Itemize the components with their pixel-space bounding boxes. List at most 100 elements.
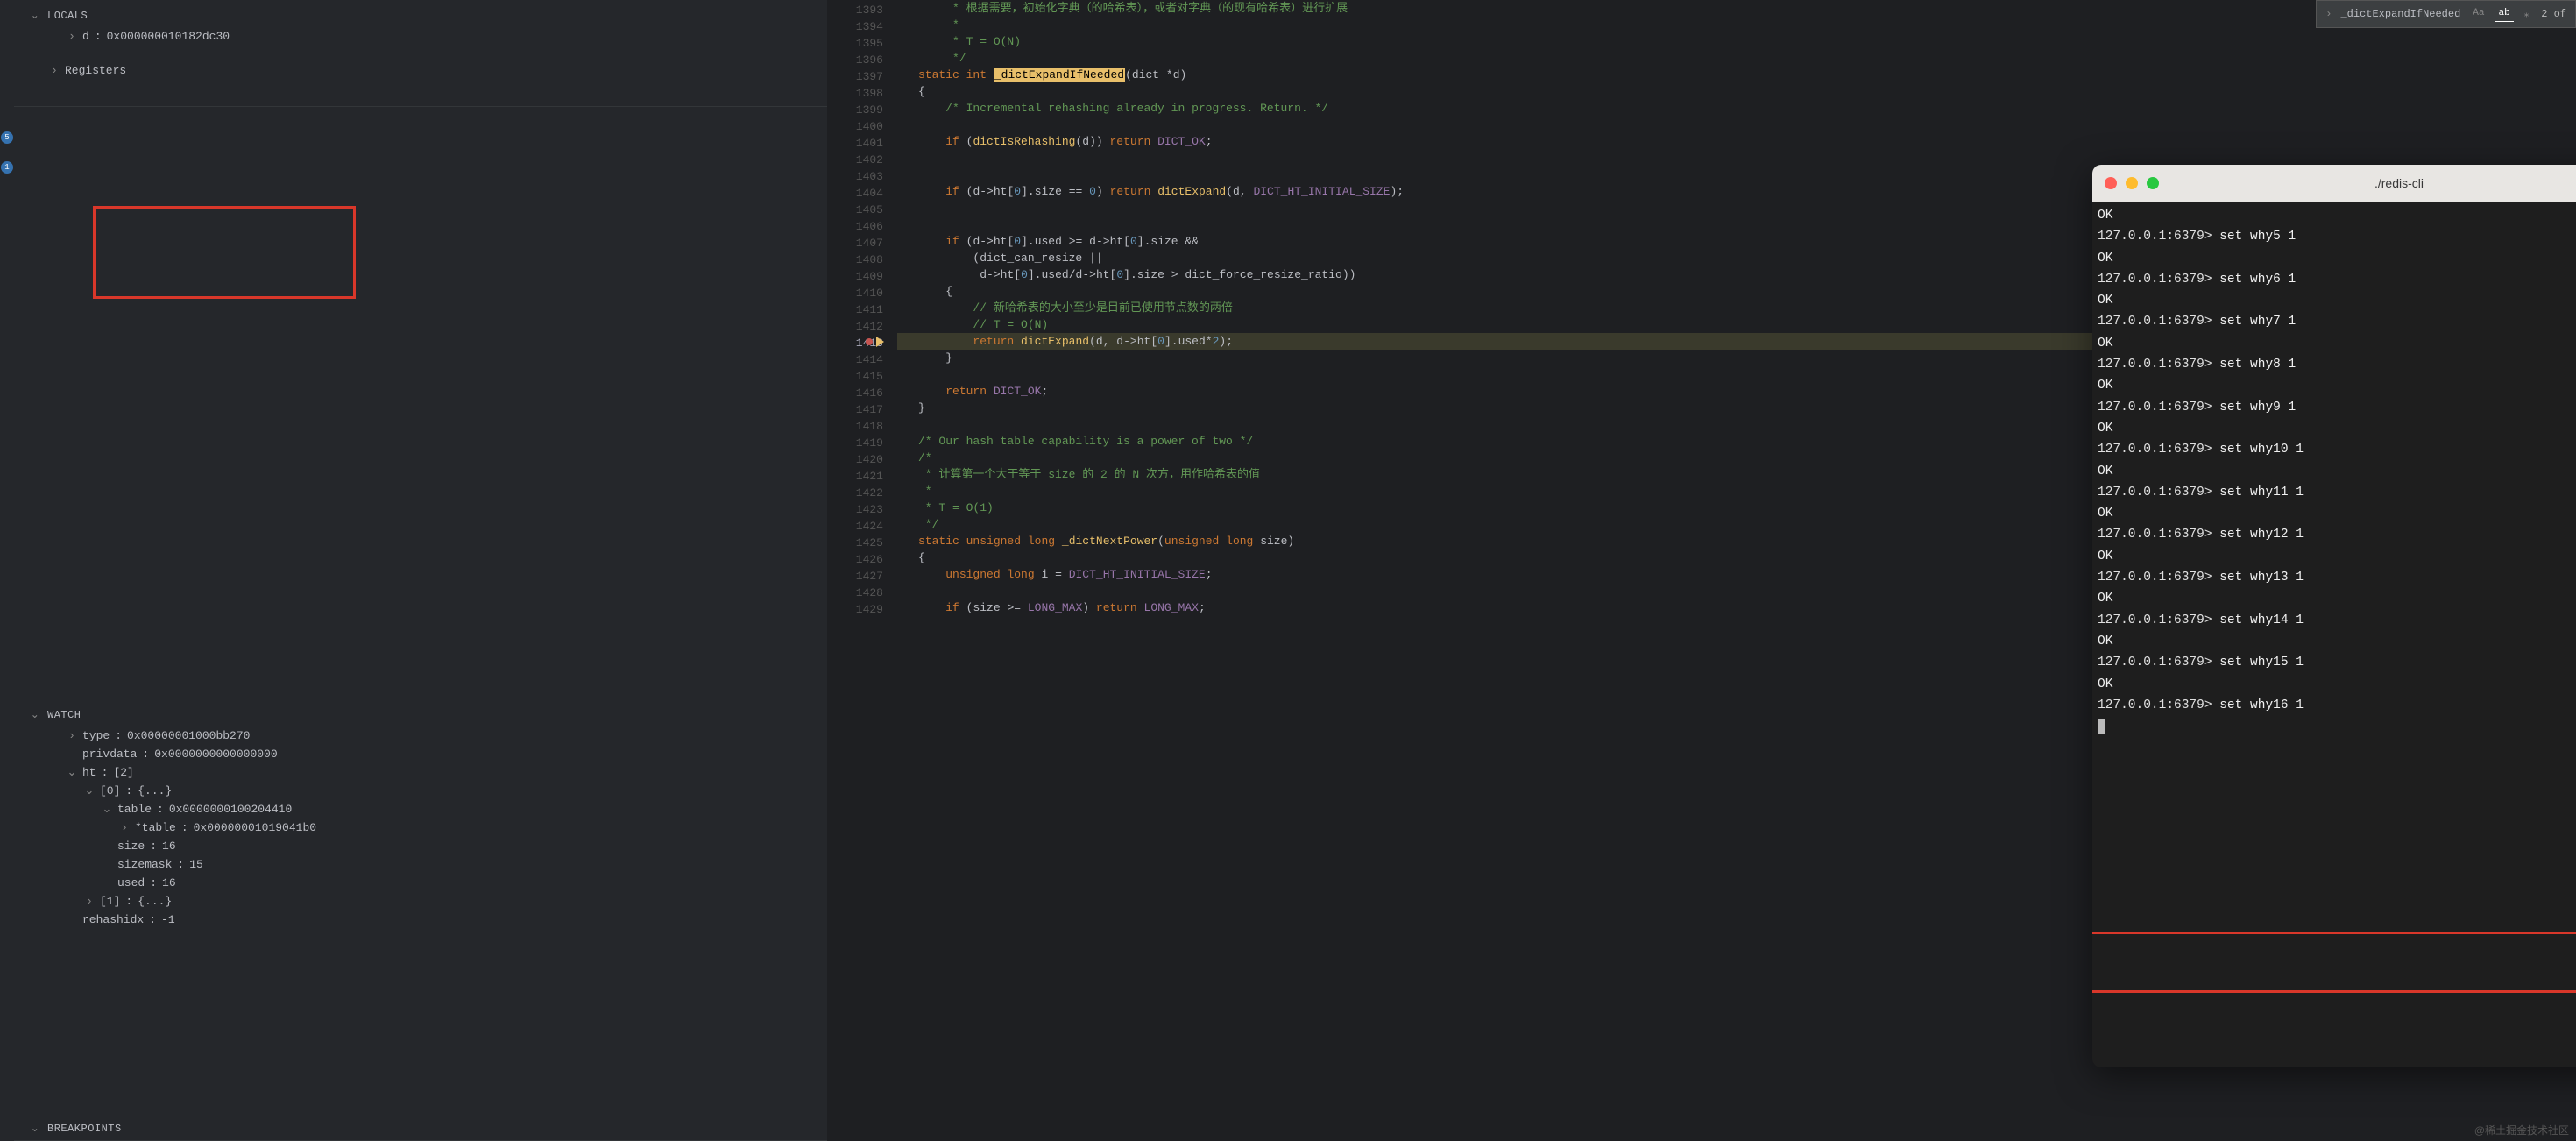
line-number[interactable]: 1403 <box>827 167 897 183</box>
terminal-response: OK <box>2098 205 2576 226</box>
line-number[interactable]: 1410 <box>827 283 897 300</box>
terminal-response: OK <box>2098 546 2576 567</box>
line-number[interactable]: 1401 <box>827 133 897 150</box>
chevron-icon: › <box>119 821 130 834</box>
breakpoint-icon[interactable] <box>866 338 873 345</box>
line-number[interactable]: 1429 <box>827 599 897 616</box>
watch-row[interactable]: used: 16 <box>49 874 827 892</box>
chevron-down-icon: ⌄ <box>30 1122 40 1135</box>
terminal-response: OK <box>2098 631 2576 652</box>
terminal-response: OK <box>2098 418 2576 439</box>
watch-row[interactable]: sizemask: 15 <box>49 855 827 874</box>
find-regex-icon[interactable]: ⁎ <box>2521 6 2533 22</box>
line-number[interactable]: 1416 <box>827 383 897 400</box>
find-case-icon[interactable]: Aa <box>2469 6 2488 22</box>
terminal-window: ./redis-cli OK127.0.0.1:6379> set why5 1… <box>2092 165 2576 1067</box>
line-number[interactable]: 1400 <box>827 117 897 133</box>
terminal-cursor-line[interactable] <box>2098 716 2576 737</box>
code-line[interactable]: static int _dictExpandIfNeeded(dict *d) <box>897 67 2576 83</box>
terminal-response: OK <box>2098 248 2576 269</box>
code-line[interactable]: if (dictIsRehashing(d)) return DICT_OK; <box>897 133 2576 150</box>
chevron-icon: › <box>84 895 95 908</box>
line-number[interactable]: 1407 <box>827 233 897 250</box>
watch-row[interactable]: ⌄ht: [2] <box>49 763 827 782</box>
line-number[interactable]: 1402 <box>827 150 897 167</box>
code-line[interactable]: * T = O(N) <box>897 33 2576 50</box>
line-number[interactable]: 1396 <box>827 50 897 67</box>
line-number[interactable]: 1411 <box>827 300 897 316</box>
locals-header[interactable]: ⌄ Locals <box>14 4 827 27</box>
line-number[interactable]: 1417 <box>827 400 897 416</box>
line-number[interactable]: 1405 <box>827 200 897 216</box>
watch-row[interactable]: rehashidx: -1 <box>49 911 827 929</box>
line-number[interactable]: 1427 <box>827 566 897 583</box>
line-number[interactable]: 1406 <box>827 216 897 233</box>
code-line[interactable]: */ <box>897 50 2576 67</box>
line-number[interactable]: 1424 <box>827 516 897 533</box>
terminal-titlebar[interactable]: ./redis-cli <box>2092 165 2576 202</box>
find-input[interactable]: _dictExpandIfNeeded <box>2340 8 2460 20</box>
line-number[interactable]: 1412 <box>827 316 897 333</box>
find-match-count: 2 of <box>2541 8 2566 20</box>
activity-badge-2[interactable]: 1 <box>1 161 13 174</box>
locals-title: Locals <box>47 10 88 22</box>
terminal-response: OK <box>2098 588 2576 609</box>
watch-title: WATCH <box>47 709 81 721</box>
line-number[interactable]: 1421 <box>827 466 897 483</box>
watch-row[interactable]: size: 16 <box>49 837 827 855</box>
line-number[interactable]: 1409 <box>827 266 897 283</box>
terminal-command: 127.0.0.1:6379> set why15 1 <box>2098 652 2576 673</box>
chevron-down-icon: ⌄ <box>30 9 40 22</box>
watch-row[interactable]: ⌄[0]: {...} <box>49 782 827 800</box>
line-number[interactable]: 1419 <box>827 433 897 450</box>
line-number[interactable]: 1398 <box>827 83 897 100</box>
find-prev-icon[interactable]: › <box>2325 8 2332 20</box>
line-number[interactable]: 1423 <box>827 500 897 516</box>
terminal-response: OK <box>2098 290 2576 311</box>
terminal-command: 127.0.0.1:6379> set why8 1 <box>2098 354 2576 375</box>
line-number[interactable]: 1397 <box>827 67 897 83</box>
line-number[interactable]: 1408 <box>827 250 897 266</box>
watch-row[interactable]: privdata: 0x0000000000000000 <box>49 745 827 763</box>
line-number[interactable]: 1414 <box>827 350 897 366</box>
line-number[interactable]: 1404 <box>827 183 897 200</box>
watch-row[interactable]: ›type: 0x00000001000bb270 <box>49 726 827 745</box>
code-line[interactable]: { <box>897 83 2576 100</box>
terminal-response: OK <box>2098 333 2576 354</box>
terminal-command: 127.0.0.1:6379> set why12 1 <box>2098 524 2576 545</box>
line-number[interactable]: 1415 <box>827 366 897 383</box>
watch-header[interactable]: ⌄ WATCH <box>14 703 827 726</box>
activity-badge-1[interactable]: 5 <box>1 131 13 144</box>
line-number[interactable]: 1422 <box>827 483 897 500</box>
watermark: @稀土掘金技术社区 <box>2474 1123 2569 1137</box>
terminal-command: 127.0.0.1:6379> set why10 1 <box>2098 439 2576 460</box>
breakpoints-header[interactable]: ⌄ BREAKPOINTS <box>14 1116 827 1140</box>
line-number[interactable]: 1394 <box>827 17 897 33</box>
watch-row[interactable]: ⌄table: 0x0000000100204410 <box>49 800 827 819</box>
chevron-down-icon: ⌄ <box>30 708 40 721</box>
line-number[interactable]: 1418 <box>827 416 897 433</box>
code-line[interactable] <box>897 117 2576 133</box>
line-number[interactable]: 1395 <box>827 33 897 50</box>
line-number[interactable]: 1420 <box>827 450 897 466</box>
breakpoints-title: BREAKPOINTS <box>47 1123 122 1135</box>
locals-row-d[interactable]: › d: 0x000000010182dc30 <box>49 27 827 46</box>
line-number[interactable]: 1425 <box>827 533 897 549</box>
watch-row[interactable]: ›[1]: {...} <box>49 892 827 911</box>
watch-row[interactable]: ›*table: 0x00000001019041b0 <box>49 819 827 837</box>
terminal-body[interactable]: OK127.0.0.1:6379> set why5 1OK127.0.0.1:… <box>2092 202 2576 741</box>
code-line[interactable]: /* Incremental rehashing already in prog… <box>897 100 2576 117</box>
registers-row[interactable]: › Registers <box>49 61 827 80</box>
highlight-terminal-last <box>2092 932 2576 993</box>
watch-section: ⌄ WATCH ›type: 0x00000001000bb270privdat… <box>14 703 827 1141</box>
terminal-command: 127.0.0.1:6379> set why16 1 <box>2098 695 2576 716</box>
terminal-response: OK <box>2098 674 2576 695</box>
line-number[interactable]: 1393 <box>827 0 897 17</box>
line-number[interactable]: 1426 <box>827 549 897 566</box>
find-word-icon[interactable]: ab <box>2495 6 2513 22</box>
line-number[interactable]: 1399 <box>827 100 897 117</box>
execution-pointer-icon <box>876 337 884 347</box>
line-number[interactable]: 1413 <box>827 333 897 350</box>
chevron-icon: ⌄ <box>102 803 112 816</box>
line-number[interactable]: 1428 <box>827 583 897 599</box>
